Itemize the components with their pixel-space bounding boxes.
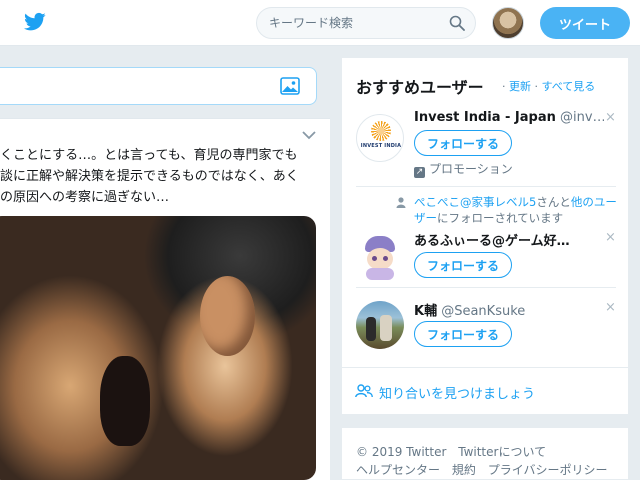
follow-button[interactable]: フォローする <box>414 252 512 278</box>
separator: · <box>534 80 539 93</box>
user-name-row[interactable]: K輔 @SeanKsuke <box>414 300 604 319</box>
top-nav-bar: ツイート <box>0 0 640 46</box>
user-display-name: あるふぃーる@ゲーム好… <box>414 234 570 249</box>
promoted-label: ↗ プロモーション <box>414 160 513 178</box>
footer: © 2019 Twitter Twitterについて ヘルプセンター 規約 プラ… <box>341 427 629 480</box>
follow-context: ぺこぺこ@家事レベル5さんと他のユーザーにフォローされています <box>414 194 624 226</box>
promoted-text: プロモーション <box>429 162 513 176</box>
invest-india-logo-icon <box>371 121 391 141</box>
people-icon <box>355 384 373 398</box>
context-text: にフォローされています <box>437 211 564 225</box>
avatar[interactable] <box>356 301 404 349</box>
tweet-button[interactable]: ツイート <box>540 7 630 39</box>
user-name-row[interactable]: あるふぃーる@ゲーム好… <box>414 230 604 249</box>
find-friends-link[interactable]: 知り合いを見つけましょう <box>379 383 535 402</box>
tweet-photo[interactable] <box>0 216 316 480</box>
panel-title: おすすめユーザー <box>356 78 484 97</box>
avatar-text: INVEST INDIA <box>360 143 402 149</box>
user-display-name: Invest India - Japan <box>414 110 556 125</box>
tweet-text-line: くことにする…。とは言っても、育児の専門家でも <box>0 148 298 163</box>
find-friends-row[interactable]: 知り合いを見つけましょう <box>341 367 629 413</box>
footer-link-privacy[interactable]: プライバシーポリシー <box>488 463 608 477</box>
tweet-text-line: の原因への考察に過ぎない… <box>0 190 170 205</box>
footer-link-help[interactable]: ヘルプセンター <box>356 463 440 477</box>
chevron-down-icon[interactable] <box>302 130 316 140</box>
avatar[interactable]: INVEST INDIA <box>356 114 404 162</box>
footer-row: © 2019 Twitter Twitterについて <box>356 443 554 460</box>
follow-button[interactable]: フォローする <box>414 130 512 156</box>
separator: · <box>502 80 506 93</box>
person-icon <box>396 197 406 208</box>
tweet-text-line: 談に正解や解決策を提示できるものではなく、あく <box>0 169 299 184</box>
follow-button[interactable]: フォローする <box>414 321 512 347</box>
avatar[interactable] <box>356 234 404 282</box>
profile-avatar[interactable] <box>492 7 524 39</box>
dismiss-icon[interactable]: × <box>605 110 616 125</box>
refresh-link[interactable]: 更新 <box>509 80 531 93</box>
footer-link-about[interactable]: Twitterについて <box>458 445 546 459</box>
user-name-row[interactable]: Invest India - Japan @inv… <box>414 110 604 125</box>
divider <box>356 186 616 187</box>
view-all-link[interactable]: すべて見る <box>542 80 596 93</box>
user-handle: @inv… <box>560 110 604 125</box>
user-handle: @SeanKsuke <box>441 304 526 319</box>
panel-links: · 更新 · すべて見る <box>502 78 595 94</box>
twitter-bird-icon[interactable] <box>24 12 46 32</box>
footer-row: ヘルプセンター 規約 プライバシーポリシー <box>356 461 615 478</box>
photo-detail <box>100 356 150 446</box>
divider <box>356 287 616 288</box>
search-input[interactable] <box>269 14 439 32</box>
search-box <box>256 7 476 39</box>
dismiss-icon[interactable]: × <box>605 230 616 245</box>
footer-link-terms[interactable]: 規約 <box>452 463 476 477</box>
add-image-icon[interactable] <box>280 77 300 95</box>
who-to-follow-panel: おすすめユーザー · 更新 · すべて見る INVEST INDIA Inves… <box>341 57 629 415</box>
tweet-text: くことにする…。とは言っても、育児の専門家でも 談に正解や解決策を提示できるもの… <box>0 145 320 208</box>
copyright-text: © 2019 Twitter <box>356 445 447 459</box>
context-text: さんと <box>536 195 571 209</box>
photo-detail <box>200 276 255 356</box>
context-user-link[interactable]: ぺこぺこ@家事レベル5 <box>414 195 536 209</box>
compose-tweet-box[interactable] <box>0 67 317 105</box>
user-display-name: K輔 <box>414 304 438 319</box>
promoted-icon: ↗ <box>414 167 425 178</box>
search-icon[interactable] <box>449 15 465 31</box>
dismiss-icon[interactable]: × <box>605 300 616 315</box>
